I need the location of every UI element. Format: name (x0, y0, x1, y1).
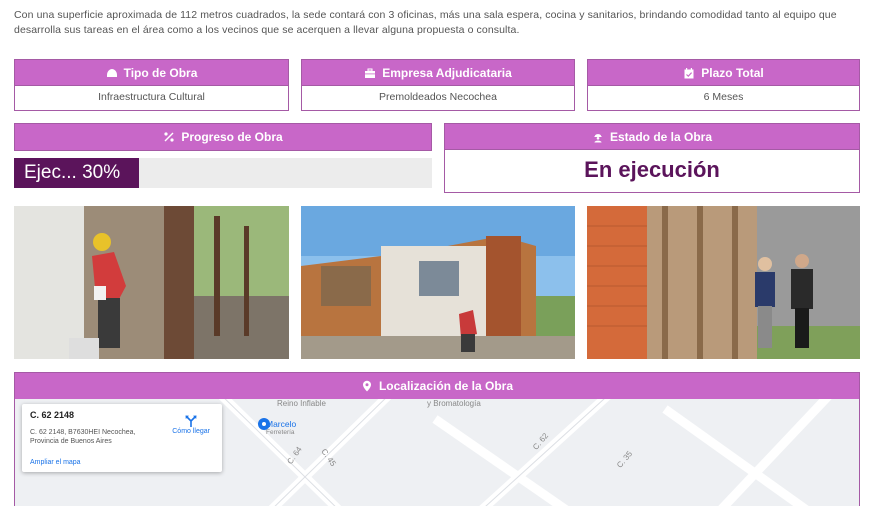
progress-bar: Ejec... 30% (14, 158, 432, 188)
directions-button[interactable]: Cómo llegar (172, 414, 210, 435)
map-label-reino: Reino Inflable (277, 399, 326, 408)
plazo-header: Plazo Total (588, 60, 859, 86)
localizacion-card: Localización de la Obra (14, 372, 860, 400)
tipo-obra-title: Tipo de Obra (123, 65, 198, 80)
hardware-store-pin-icon[interactable] (257, 417, 271, 431)
calendar-icon (684, 67, 694, 78)
progress-fill: Ejec... 30% (14, 158, 140, 188)
obra-photo-1[interactable] (14, 206, 289, 359)
obra-photo-3[interactable] (587, 206, 860, 359)
tipo-obra-value: Infraestructura Cultural (98, 91, 205, 103)
worker-icon (594, 133, 602, 142)
progreso-header: Progreso de Obra (15, 124, 431, 150)
progreso-card: Progreso de Obra (14, 123, 432, 151)
estado-card: Estado de la Obra En ejecución (444, 123, 860, 193)
tipo-obra-header: Tipo de Obra (15, 60, 288, 86)
progress-label: Ejec... 30% (24, 162, 121, 183)
progreso-title: Progreso de Obra (181, 130, 283, 144)
tipo-obra-card: Tipo de Obra Infraestructura Cultural (14, 59, 289, 111)
directions-icon (185, 415, 197, 427)
percent-icon (164, 132, 174, 142)
map-place-address: C. 62 2148, B7630HEI Necochea, Provincia… (30, 429, 136, 445)
intro-text: Con una superficie aproximada de 112 met… (14, 9, 837, 36)
dome-icon (106, 68, 117, 77)
enlarge-map-link[interactable]: Ampliar el mapa (30, 459, 81, 466)
briefcase-icon (365, 68, 376, 78)
plazo-title: Plazo Total (701, 65, 764, 80)
estado-title: Estado de la Obra (609, 129, 713, 144)
map-label-bromatologia: y Bromatología (427, 399, 481, 408)
plazo-card: Plazo Total 6 Meses (587, 59, 860, 111)
empresa-header: Empresa Adjudicataria (302, 60, 574, 86)
obra-photo-2[interactable] (301, 206, 575, 359)
directions-label: Cómo llegar (172, 428, 210, 435)
estado-header: Estado de la Obra (445, 124, 859, 150)
localizacion-header: Localización de la Obra (15, 373, 859, 399)
empresa-title: Empresa Adjudicataria (382, 65, 512, 80)
map-info-card: C. 62 2148 C. 62 2148, B7630HEI Necochea… (22, 404, 222, 472)
empresa-value: Premoldeados Necochea (379, 91, 497, 103)
localizacion-title: Localización de la Obra (378, 379, 514, 393)
empresa-card: Empresa Adjudicataria Premoldeados Necoc… (301, 59, 575, 111)
estado-value: En ejecución (584, 157, 720, 182)
plazo-value: 6 Meses (703, 91, 744, 103)
map-pin-icon (362, 380, 371, 392)
